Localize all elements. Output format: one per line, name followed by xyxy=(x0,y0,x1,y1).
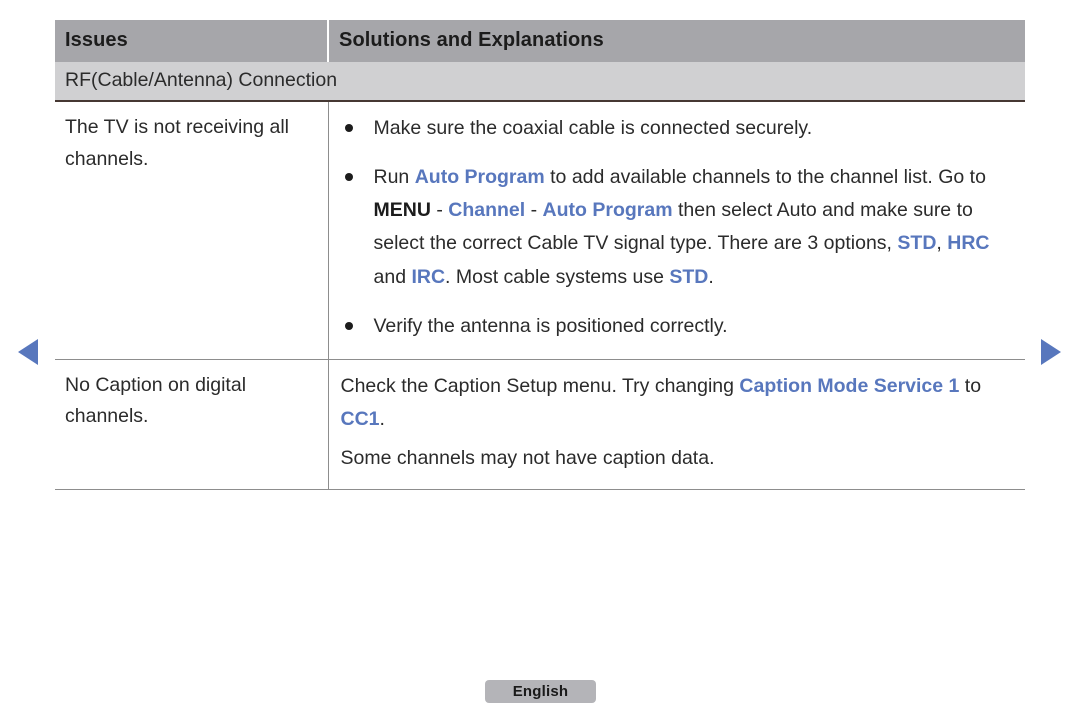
solution-cell-no-caption: Check the Caption Setup menu. Try changi… xyxy=(328,359,1025,491)
table-row: No Caption on digital channels. Check th… xyxy=(55,359,1025,491)
troubleshooting-table: Issues Solutions and Explanations RF(Cab… xyxy=(55,20,1025,491)
column-header-issues: Issues xyxy=(55,20,329,62)
bullet-dot-icon xyxy=(344,321,353,330)
next-page-arrow-icon[interactable] xyxy=(1041,339,1061,365)
column-header-solutions: Solutions and Explanations xyxy=(328,20,1025,62)
page-root: Issues Solutions and Explanations RF(Cab… xyxy=(0,0,1080,705)
menu-term-highlight: Channel xyxy=(448,199,526,222)
bullet-text: Make sure the coaxial cable is connected… xyxy=(373,117,813,139)
bullet-text: Run Auto Program to add available channe… xyxy=(373,166,990,288)
solution-paragraph: Some channels may not have caption data. xyxy=(340,447,715,470)
solution-cell-tv-not-receiving: Make sure the coaxial cable is connected… xyxy=(328,101,1025,360)
list-item: Verify the antenna is positioned correct… xyxy=(341,310,1018,343)
menu-term-highlight: STD xyxy=(669,265,709,288)
menu-term-highlight: CC1 xyxy=(340,407,380,430)
menu-term-highlight: IRC xyxy=(411,265,446,288)
solution-paragraph: Check the Caption Setup menu. Try changi… xyxy=(340,374,982,430)
menu-term-bold: MENU xyxy=(373,199,431,222)
list-item: Run Auto Program to add available channe… xyxy=(341,161,1018,294)
issue-cell-no-caption: No Caption on digital channels. xyxy=(55,359,329,491)
list-item: Make sure the coaxial cable is connected… xyxy=(341,112,1018,145)
menu-term-highlight: STD xyxy=(897,232,937,255)
bullet-text: Verify the antenna is positioned correct… xyxy=(373,314,728,337)
solution-bullet-list: Make sure the coaxial cable is connected… xyxy=(341,112,1018,343)
language-badge: English xyxy=(485,680,596,703)
table-row: The TV is not receiving all channels. Ma… xyxy=(55,101,1025,360)
menu-term-highlight: Auto Program xyxy=(414,166,545,189)
menu-term-highlight: HRC xyxy=(947,232,990,255)
previous-page-arrow-icon[interactable] xyxy=(18,339,38,365)
bullet-dot-icon xyxy=(344,124,353,132)
section-title-rf-connection: RF(Cable/Antenna) Connection xyxy=(55,62,1025,102)
table-section-row: RF(Cable/Antenna) Connection xyxy=(55,62,1025,102)
table-header-row: Issues Solutions and Explanations xyxy=(55,20,1025,62)
menu-term-highlight: Caption Mode Service 1 xyxy=(739,374,960,397)
issue-cell-tv-not-receiving: The TV is not receiving all channels. xyxy=(55,101,329,360)
troubleshooting-table-container: Issues Solutions and Explanations RF(Cab… xyxy=(55,20,1025,491)
bullet-dot-icon xyxy=(344,173,353,182)
menu-term-highlight: Auto Program xyxy=(542,199,673,222)
